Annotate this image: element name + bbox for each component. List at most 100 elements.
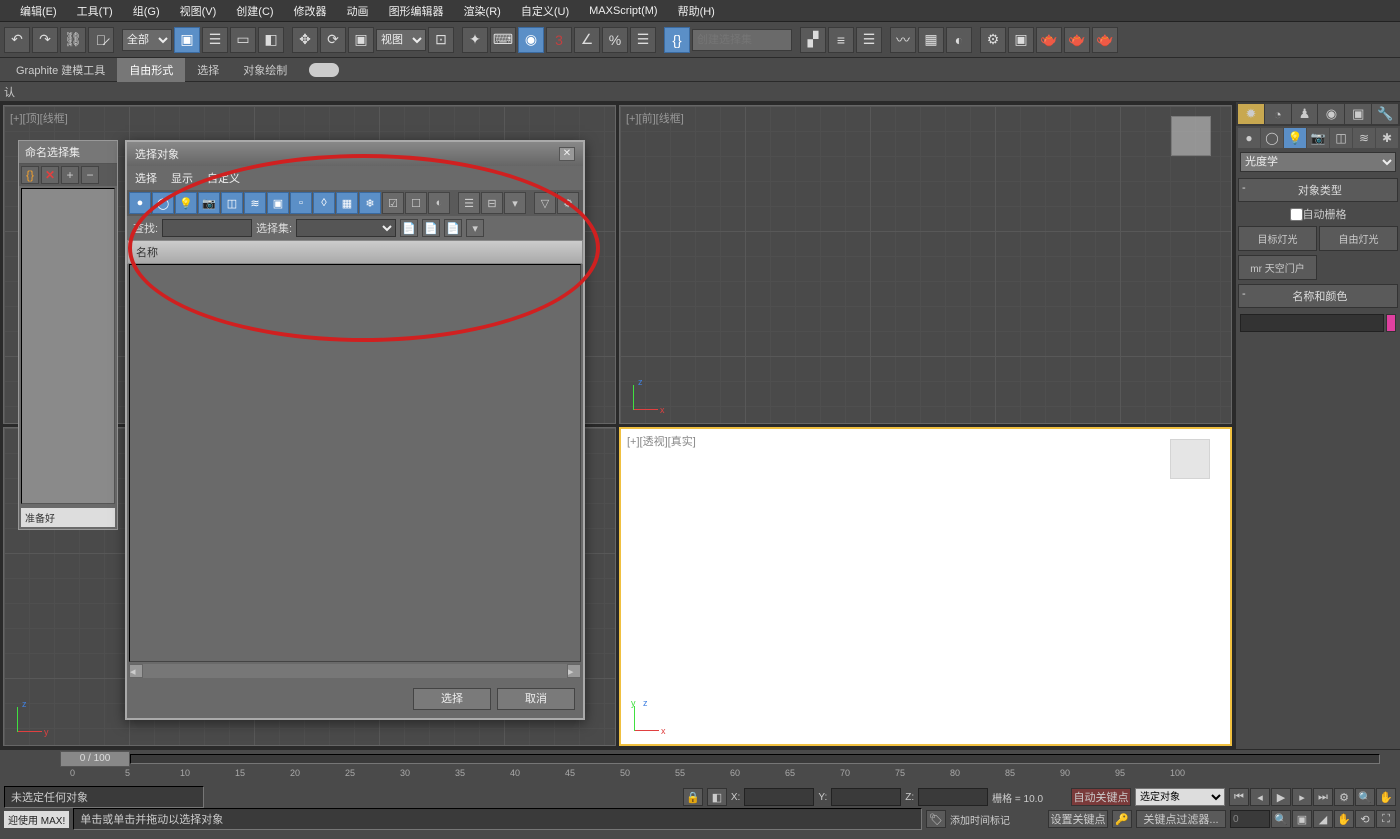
hierarchy-tab-icon[interactable]: ♟: [1292, 104, 1318, 124]
viewport-pan-icon[interactable]: ✋: [1334, 810, 1354, 828]
time-config-icon[interactable]: ⚙: [1334, 788, 1354, 806]
viewport-perspective[interactable]: [+][透视][真实] xyz: [619, 427, 1232, 746]
key-icon[interactable]: 🔑: [1112, 810, 1132, 828]
select-object-icon[interactable]: ▣: [174, 27, 200, 53]
z-coord-input[interactable]: [918, 788, 988, 806]
rotate-icon[interactable]: ⟳: [320, 27, 346, 53]
goto-end-icon[interactable]: ⏭: [1313, 788, 1333, 806]
material-editor-icon[interactable]: ◐: [946, 27, 972, 53]
time-slider-handle[interactable]: 0 / 100: [60, 751, 130, 767]
menu-help[interactable]: 帮助(H): [668, 3, 725, 19]
filter-cameras-icon[interactable]: 📷: [198, 192, 220, 214]
filter-bones-icon[interactable]: ◊: [313, 192, 335, 214]
ribbon-toggle-icon[interactable]: [309, 63, 339, 77]
layers-icon[interactable]: ☰: [856, 27, 882, 53]
ribbon-tab-freeform[interactable]: 自由形式: [117, 58, 185, 82]
menu-edit[interactable]: 编辑(E): [10, 3, 67, 19]
filter-frozen-icon[interactable]: ❄: [359, 192, 381, 214]
shapes-cat-icon[interactable]: ◯: [1261, 128, 1283, 148]
manipulate-icon[interactable]: ✦: [462, 27, 488, 53]
braces-icon[interactable]: {}: [21, 166, 39, 184]
snap-toggle-icon[interactable]: ◉: [518, 27, 544, 53]
menu-grapheditors[interactable]: 图形编辑器: [379, 3, 454, 19]
create-selection-set-input[interactable]: [692, 29, 792, 51]
edit-named-sel-icon[interactable]: ☰: [630, 27, 656, 53]
menu-tools[interactable]: 工具(T): [67, 3, 123, 19]
cameras-cat-icon[interactable]: 📷: [1307, 128, 1329, 148]
find-input[interactable]: [162, 219, 252, 237]
object-name-input[interactable]: [1240, 314, 1384, 332]
systems-cat-icon[interactable]: ✱: [1376, 128, 1398, 148]
curve-editor-icon[interactable]: 〰: [890, 27, 916, 53]
filter-groups-icon[interactable]: ▣: [267, 192, 289, 214]
mirror-icon[interactable]: ▞: [800, 27, 826, 53]
scroll-left-icon[interactable]: ◂: [129, 664, 143, 678]
viewport-label[interactable]: [+][透视][真实]: [627, 433, 696, 449]
dialog-menu-select[interactable]: 选择: [135, 170, 157, 186]
render-active-icon[interactable]: 🫖: [1092, 27, 1118, 53]
add-icon[interactable]: +: [61, 166, 79, 184]
config-icon[interactable]: ⚙: [557, 192, 579, 214]
schematic-view-icon[interactable]: ▦: [918, 27, 944, 53]
play-icon[interactable]: ▶: [1271, 788, 1291, 806]
setkey-button[interactable]: 设置关键点: [1048, 810, 1108, 828]
autogrid-checkbox[interactable]: 自动栅格: [1236, 204, 1400, 224]
lock-selection-icon[interactable]: 🔒: [683, 788, 703, 806]
doc-icon-1[interactable]: 📄: [400, 219, 418, 237]
object-type-rollout[interactable]: -对象类型: [1238, 178, 1398, 202]
menu-customize[interactable]: 自定义(U): [511, 3, 579, 19]
subtract-icon[interactable]: −: [81, 166, 99, 184]
render-production-icon[interactable]: 🫖: [1036, 27, 1062, 53]
menu-group[interactable]: 组(G): [123, 3, 170, 19]
filter-container-icon[interactable]: ▦: [336, 192, 358, 214]
menu-animation[interactable]: 动画: [337, 3, 379, 19]
time-slider[interactable]: 0 / 100: [0, 750, 1400, 768]
viewport-zoom-icon[interactable]: 🔍: [1271, 810, 1291, 828]
viewport-label[interactable]: [+][前][线框]: [626, 110, 684, 126]
select-none-icon[interactable]: ☐: [405, 192, 427, 214]
light-category-dropdown[interactable]: 光度学: [1240, 152, 1396, 172]
filter-xrefs-icon[interactable]: ▫: [290, 192, 312, 214]
target-light-button[interactable]: 目标灯光: [1238, 226, 1317, 251]
select-button[interactable]: 选择: [413, 688, 491, 710]
undo-icon[interactable]: ↶: [4, 27, 30, 53]
helpers-cat-icon[interactable]: ◫: [1330, 128, 1352, 148]
mr-sky-portal-button[interactable]: mr 天空门户: [1238, 255, 1317, 280]
object-list[interactable]: [129, 264, 581, 662]
key-filters-button[interactable]: 关键点过滤器...: [1136, 810, 1226, 828]
filter-shapes-icon[interactable]: ◯: [152, 192, 174, 214]
filter-helpers-icon[interactable]: ◫: [221, 192, 243, 214]
spinner-snap-icon[interactable]: %: [602, 27, 628, 53]
next-frame-icon[interactable]: ▸: [1292, 788, 1312, 806]
menu-views[interactable]: 视图(V): [170, 3, 227, 19]
dialog-menu-customize[interactable]: 自定义: [207, 170, 240, 186]
viewport-orbit-icon[interactable]: ⟲: [1355, 810, 1375, 828]
viewcube-icon[interactable]: [1171, 116, 1211, 156]
doc-icon-3[interactable]: 📄: [444, 219, 462, 237]
lights-cat-icon[interactable]: 💡: [1284, 128, 1306, 148]
selection-filter-dropdown[interactable]: 全部: [122, 29, 172, 51]
angle-snap-icon[interactable]: 3: [546, 27, 572, 53]
expand-icon[interactable]: ▾: [504, 192, 526, 214]
close-icon[interactable]: ✕: [559, 147, 575, 161]
ribbon-tab-graphite[interactable]: Graphite 建模工具: [4, 58, 117, 82]
ref-coord-dropdown[interactable]: 视图: [376, 29, 426, 51]
object-color-swatch[interactable]: [1386, 314, 1396, 332]
goto-start-icon[interactable]: ⏮: [1229, 788, 1249, 806]
name-color-rollout[interactable]: -名称和颜色: [1238, 284, 1398, 308]
doc-icon-2[interactable]: 📄: [422, 219, 440, 237]
select-invert-icon[interactable]: ◐: [428, 192, 450, 214]
viewport-label[interactable]: [+][顶][线框]: [10, 110, 68, 126]
cancel-button[interactable]: 取消: [497, 688, 575, 710]
filter-lights-icon[interactable]: 💡: [175, 192, 197, 214]
horizontal-scrollbar[interactable]: ◂ ▸: [129, 664, 581, 678]
dialog-titlebar[interactable]: 选择对象 ✕: [127, 142, 583, 166]
scroll-right-icon[interactable]: ▸: [567, 664, 581, 678]
add-time-marker-label[interactable]: 添加时间标记: [950, 812, 1010, 827]
geometry-cat-icon[interactable]: ●: [1238, 128, 1260, 148]
nav-zoom-icon[interactable]: 🔍: [1355, 788, 1375, 806]
pivot-icon[interactable]: ⊡: [428, 27, 454, 53]
named-sel-list[interactable]: [21, 188, 115, 504]
select-by-name-icon[interactable]: ☰: [202, 27, 228, 53]
filter-spacewarps-icon[interactable]: ≋: [244, 192, 266, 214]
